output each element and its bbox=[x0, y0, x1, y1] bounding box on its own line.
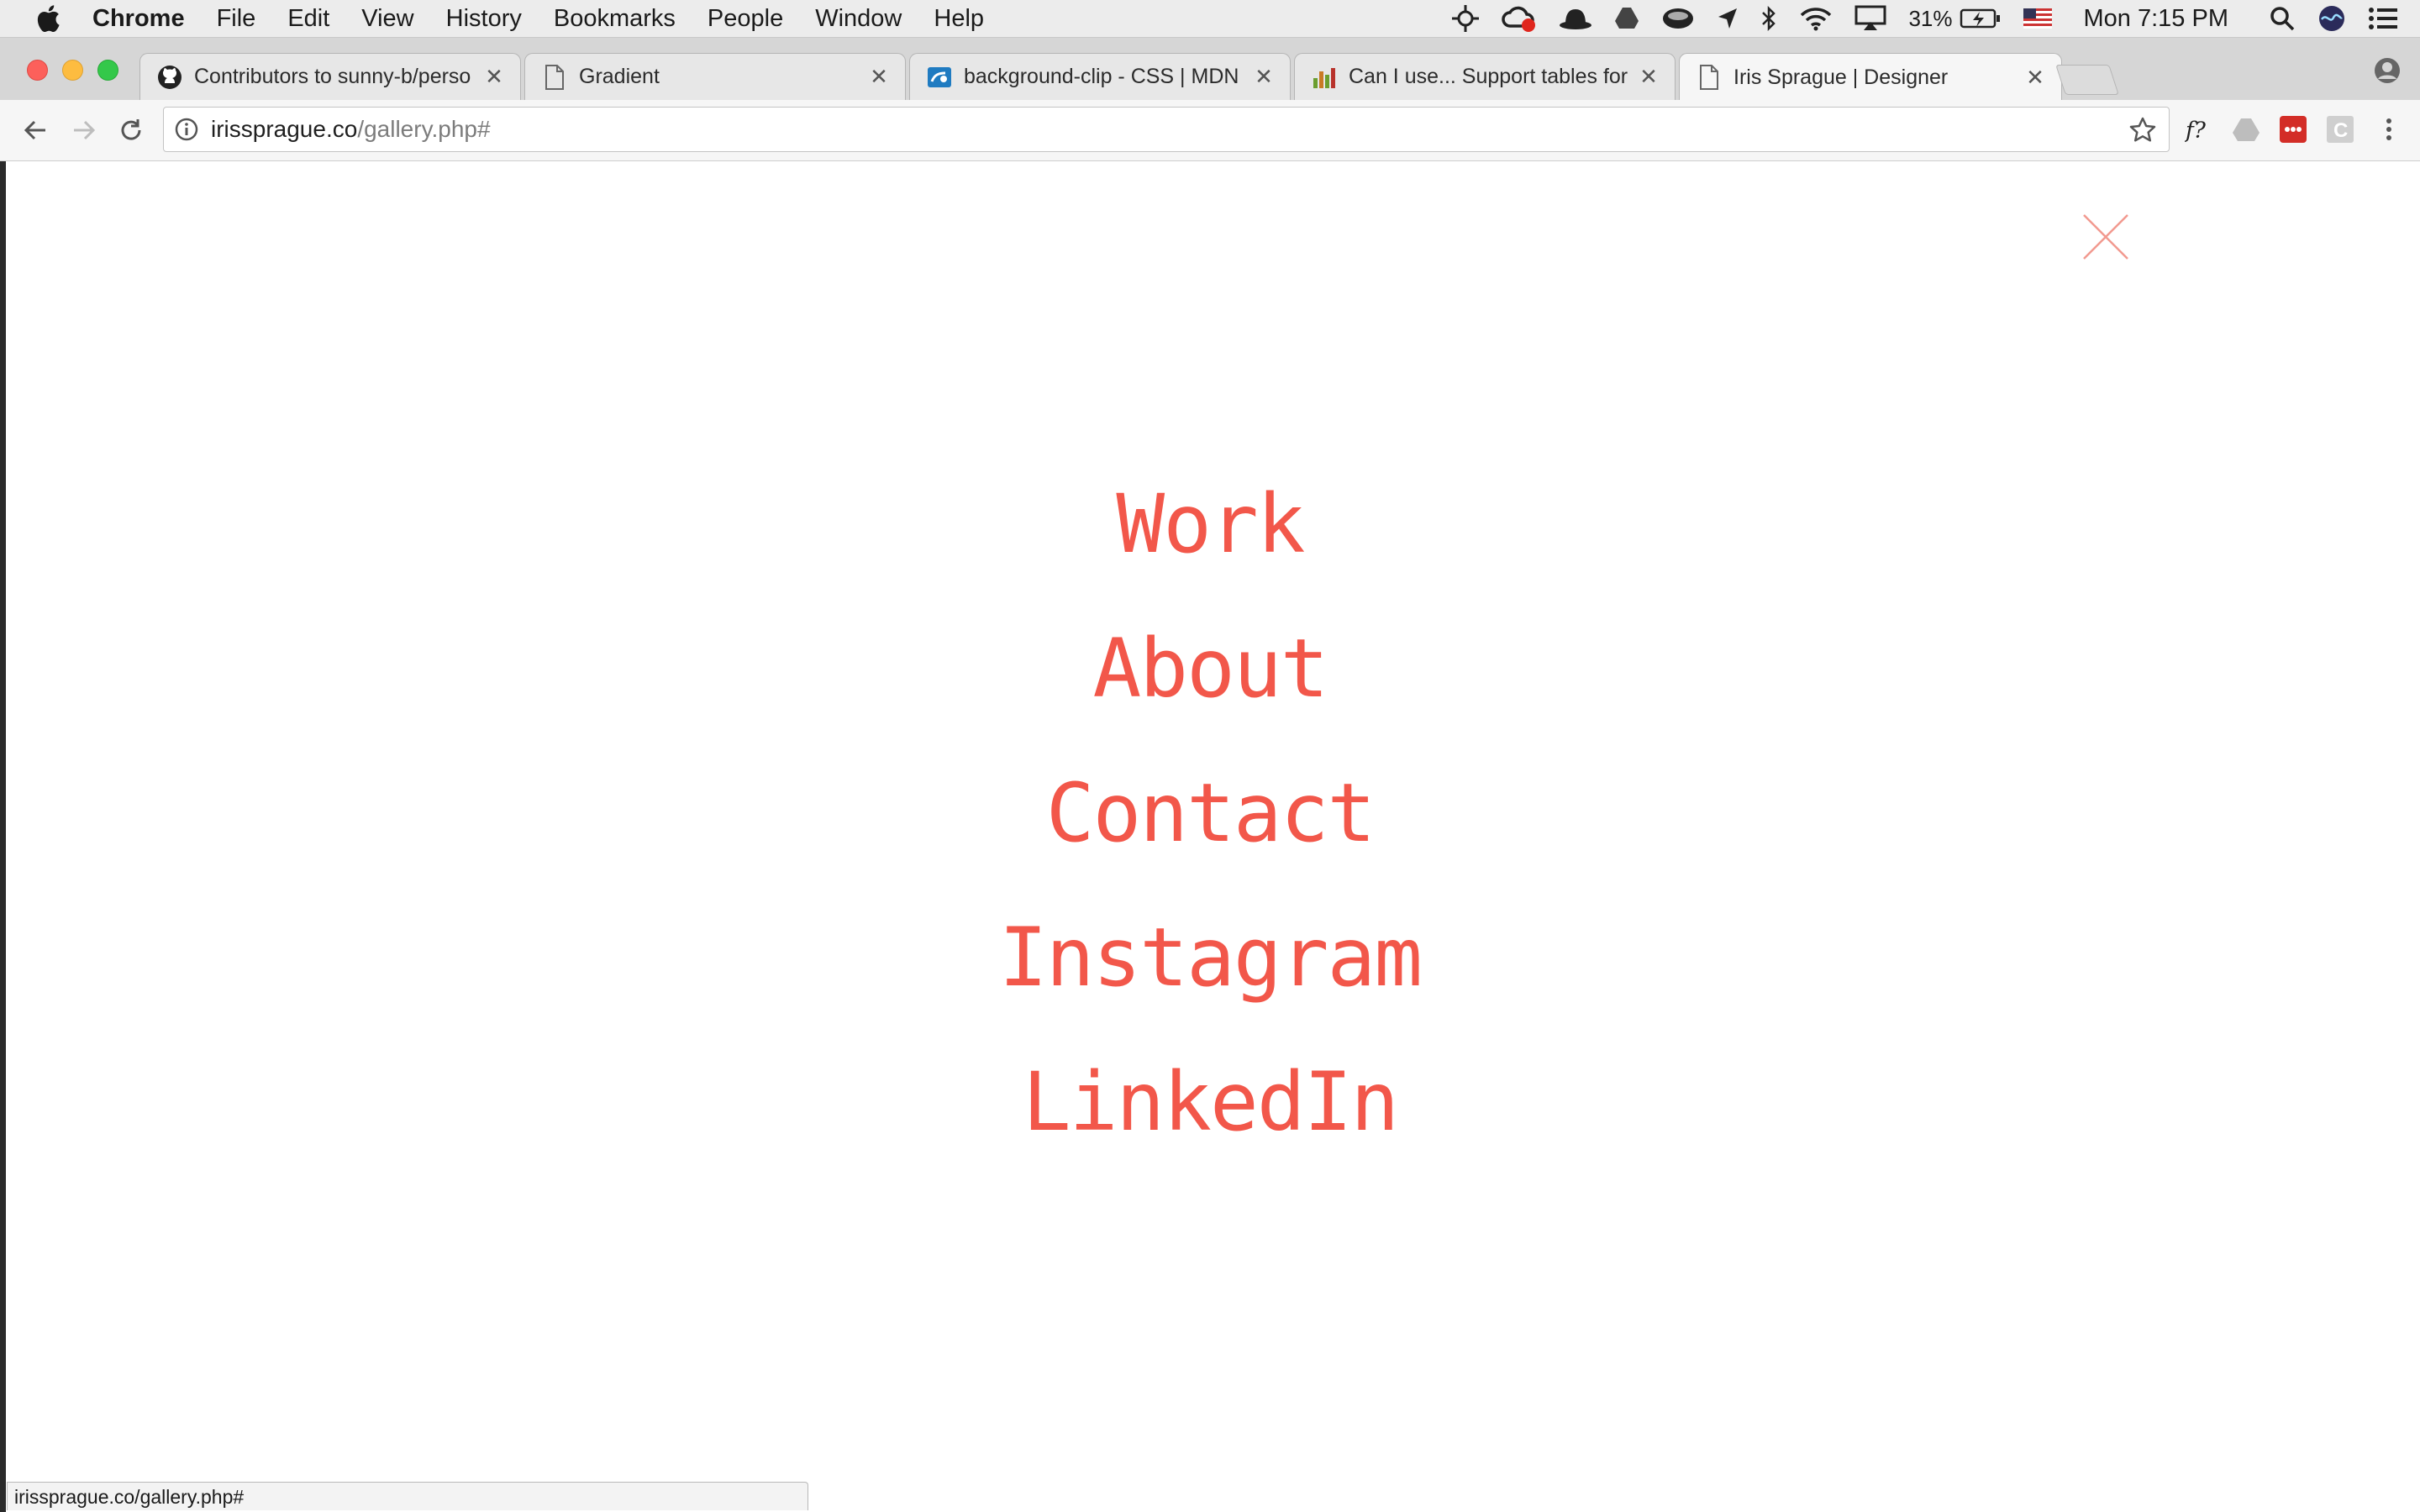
siri-icon[interactable] bbox=[2317, 0, 2346, 37]
chrome-menu-icon[interactable] bbox=[2375, 115, 2403, 144]
tab-mdn[interactable]: background-clip - CSS | MDN ✕ bbox=[909, 53, 1291, 100]
move-cursor-icon[interactable] bbox=[1451, 0, 1480, 37]
url-host: irissprague.co bbox=[211, 116, 358, 142]
tab-close-icon[interactable]: ✕ bbox=[868, 64, 890, 90]
bluetooth-icon[interactable] bbox=[1760, 0, 1777, 37]
screen: Chrome File Edit View History Bookmarks … bbox=[0, 0, 2420, 1512]
browser-toolbar: irissprague.co /gallery.php# f? C bbox=[0, 100, 2420, 161]
github-icon bbox=[157, 65, 182, 90]
menu-help[interactable]: Help bbox=[934, 5, 984, 33]
site-nav-menu: Work About Contact Instagram LinkedIn bbox=[0, 161, 2420, 1512]
svg-text:f?: f? bbox=[2185, 117, 2207, 143]
tab-title: Contributors to sunny-b/perso bbox=[194, 65, 471, 88]
battery-percent[interactable]: 31% bbox=[1908, 6, 1952, 32]
lastpass-icon[interactable] bbox=[2279, 115, 2307, 144]
us-flag-icon[interactable] bbox=[2023, 0, 2052, 37]
window-controls bbox=[27, 60, 133, 81]
new-tab-button[interactable] bbox=[2055, 65, 2119, 95]
battery-charging-icon[interactable] bbox=[1960, 0, 2002, 37]
link-status-bubble: irissprague.co/gallery.php# bbox=[7, 1482, 808, 1510]
tab-title: Gradient bbox=[579, 65, 660, 88]
whatfont-icon[interactable]: f? bbox=[2185, 115, 2213, 144]
url-path: /gallery.php# bbox=[357, 116, 491, 142]
tab-close-icon[interactable]: ✕ bbox=[483, 64, 505, 90]
wifi-icon[interactable] bbox=[1799, 0, 1833, 37]
nav-link-linkedin[interactable]: LinkedIn bbox=[874, 1052, 1546, 1152]
nav-link-work[interactable]: Work bbox=[874, 474, 1546, 575]
back-icon[interactable] bbox=[17, 112, 54, 149]
nav-link-instagram[interactable]: Instagram bbox=[874, 907, 1546, 1008]
menubar-clock[interactable]: Mon 7:15 PM bbox=[2084, 5, 2228, 33]
svg-text:C: C bbox=[2333, 119, 2348, 142]
tab-title: background-clip - CSS | MDN bbox=[964, 65, 1239, 88]
menu-edit[interactable]: Edit bbox=[287, 5, 329, 33]
tab-title: Can I use... Support tables for bbox=[1349, 65, 1628, 88]
tab-iris-sprague[interactable]: Iris Sprague | Designer ✕ bbox=[1679, 53, 2062, 101]
page-icon bbox=[542, 64, 567, 90]
airplay-icon[interactable] bbox=[1854, 0, 1886, 37]
tab-gradient[interactable]: Gradient ✕ bbox=[524, 53, 906, 100]
location-arrow-icon[interactable] bbox=[1717, 0, 1739, 37]
zoom-window-button[interactable] bbox=[97, 60, 118, 81]
tab-close-icon[interactable]: ✕ bbox=[2024, 65, 2046, 91]
menu-app-chrome[interactable]: Chrome bbox=[92, 5, 185, 33]
menu-window[interactable]: Window bbox=[815, 5, 902, 33]
notification-center-icon[interactable] bbox=[2368, 0, 2398, 37]
reload-icon[interactable] bbox=[113, 112, 150, 149]
page-icon bbox=[1697, 65, 1722, 90]
bookmark-star-icon[interactable] bbox=[2128, 116, 2157, 144]
drive-status-icon[interactable] bbox=[1614, 0, 1639, 37]
window-edge bbox=[0, 161, 6, 1512]
nav-link-about[interactable]: About bbox=[874, 618, 1546, 719]
spotlight-search-icon[interactable] bbox=[2269, 0, 2296, 37]
drive-icon[interactable] bbox=[2232, 115, 2260, 144]
tab-caniuse[interactable]: Can I use... Support tables for ✕ bbox=[1294, 53, 1676, 100]
nav-link-contact[interactable]: Contact bbox=[874, 763, 1546, 864]
menu-view[interactable]: View bbox=[361, 5, 413, 33]
site-info-icon[interactable] bbox=[174, 117, 199, 142]
tab-strip: Contributors to sunny-b/perso ✕ Gradient… bbox=[0, 38, 2420, 101]
tab-close-icon[interactable]: ✕ bbox=[1638, 64, 1660, 90]
web-page: Work About Contact Instagram LinkedIn bbox=[0, 161, 2420, 1512]
mdn-icon bbox=[927, 65, 952, 90]
address-bar[interactable]: irissprague.co /gallery.php# bbox=[163, 107, 2170, 152]
creative-cloud-icon[interactable] bbox=[1502, 0, 1537, 37]
menu-history[interactable]: History bbox=[446, 5, 522, 33]
coffee-icon[interactable] bbox=[1661, 0, 1695, 37]
caniuse-icon bbox=[1312, 65, 1337, 90]
hat-icon[interactable] bbox=[1559, 0, 1592, 37]
close-window-button[interactable] bbox=[27, 60, 48, 81]
menu-bookmarks[interactable]: Bookmarks bbox=[554, 5, 676, 33]
tab-title: Iris Sprague | Designer bbox=[1733, 65, 1949, 89]
tab-contributors[interactable]: Contributors to sunny-b/perso ✕ bbox=[139, 53, 521, 100]
minimize-window-button[interactable] bbox=[62, 60, 83, 81]
menu-people[interactable]: People bbox=[708, 5, 783, 33]
status-menus: 31% Mon 7:15 PM bbox=[1451, 0, 2420, 37]
tab-close-icon[interactable]: ✕ bbox=[1253, 64, 1275, 90]
forward-icon[interactable] bbox=[66, 112, 103, 149]
profile-icon[interactable] bbox=[2373, 56, 2402, 85]
menu-file[interactable]: File bbox=[217, 5, 256, 33]
mac-menu-bar: Chrome File Edit View History Bookmarks … bbox=[0, 0, 2420, 38]
c-extension-icon[interactable]: C bbox=[2326, 115, 2354, 144]
apple-menu-icon[interactable] bbox=[34, 4, 62, 33]
